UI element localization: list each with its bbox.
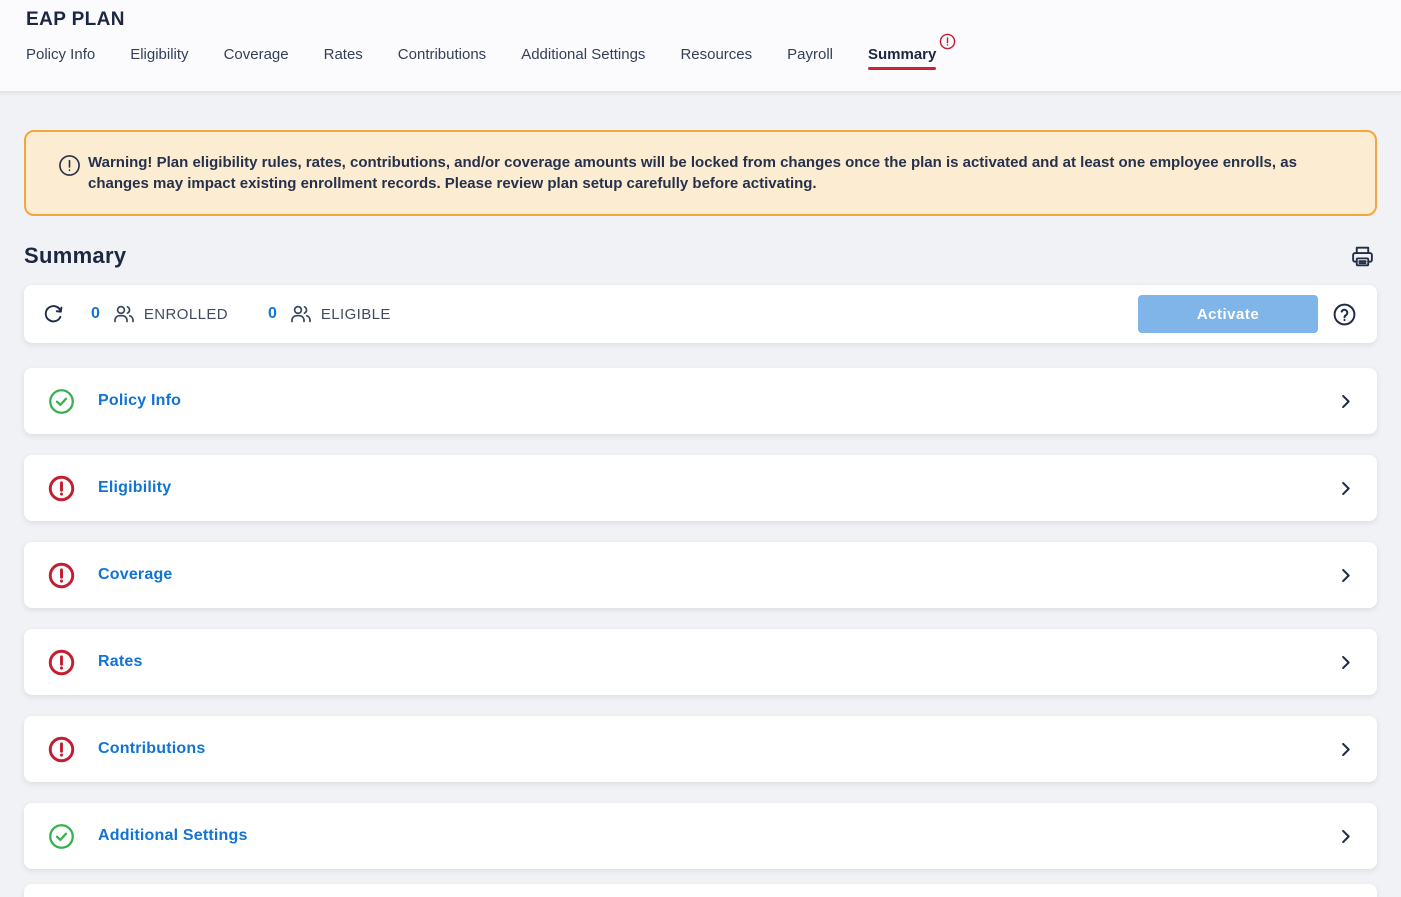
check-circle-icon — [48, 388, 75, 415]
section-card-policy-info[interactable]: Policy Info — [24, 368, 1377, 434]
section-card-rates[interactable]: Rates — [24, 629, 1377, 695]
alert-circle-icon — [48, 562, 75, 589]
print-button[interactable] — [1347, 241, 1377, 271]
tab-contributions[interactable]: Contributions — [398, 46, 486, 77]
refresh-icon[interactable] — [42, 303, 65, 326]
tab-payroll[interactable]: Payroll — [787, 46, 833, 77]
tab-rates[interactable]: Rates — [324, 46, 363, 77]
eligible-stat: 0 ELIGIBLE — [268, 302, 391, 326]
warning-icon — [58, 154, 81, 177]
chevron-right-icon — [1336, 479, 1355, 498]
alert-circle-icon — [48, 736, 75, 763]
tab-eligibility[interactable]: Eligibility — [130, 46, 188, 77]
enrolled-label: ENROLLED — [144, 306, 228, 323]
enrollment-stats-card: 0 ENROLLED 0 ELIGIBL — [24, 285, 1377, 343]
tab-policy-info[interactable]: Policy Info — [26, 46, 95, 77]
section-label: Rates — [98, 653, 143, 671]
section-label: Policy Info — [98, 392, 181, 410]
eligible-label: ELIGIBLE — [321, 306, 391, 323]
plan-header: EAP PLAN Policy Info Eligibility Coverag… — [0, 0, 1401, 92]
summary-heading: Summary — [24, 243, 126, 269]
tab-summary[interactable]: Summary — [868, 46, 936, 77]
warning-text: Warning! Plan eligibility rules, rates, … — [88, 154, 1297, 192]
alert-circle-icon — [48, 649, 75, 676]
section-label: Contributions — [98, 740, 205, 758]
active-tab-underline — [868, 67, 936, 70]
enrolled-stat: 0 ENROLLED — [91, 302, 228, 326]
chevron-right-icon — [1336, 653, 1355, 672]
section-label: Eligibility — [98, 479, 171, 497]
help-button[interactable] — [1331, 301, 1357, 327]
chevron-right-icon — [1336, 392, 1355, 411]
summary-alert-badge-icon — [939, 33, 956, 50]
section-card-eligibility[interactable]: Eligibility — [24, 455, 1377, 521]
alert-circle-icon — [48, 475, 75, 502]
check-circle-icon — [48, 823, 75, 850]
summary-header-row: Summary — [24, 240, 1377, 272]
print-icon — [1350, 244, 1375, 269]
help-icon — [1332, 302, 1357, 327]
chevron-right-icon — [1336, 827, 1355, 846]
activate-button[interactable]: Activate — [1138, 295, 1318, 333]
enrolled-count: 0 — [91, 305, 100, 323]
people-icon — [289, 302, 313, 326]
people-icon — [112, 302, 136, 326]
main-content: Warning! Plan eligibility rules, rates, … — [0, 130, 1401, 897]
section-label: Coverage — [98, 566, 173, 584]
section-card-coverage[interactable]: Coverage — [24, 542, 1377, 608]
tab-bar: Policy Info Eligibility Coverage Rates C… — [26, 46, 1375, 77]
tab-coverage[interactable]: Coverage — [224, 46, 289, 77]
section-card-partial[interactable] — [24, 884, 1377, 897]
chevron-right-icon — [1336, 566, 1355, 585]
warning-banner: Warning! Plan eligibility rules, rates, … — [24, 130, 1377, 216]
tab-resources[interactable]: Resources — [680, 46, 752, 77]
tab-additional-settings[interactable]: Additional Settings — [521, 46, 645, 77]
page-title: EAP PLAN — [26, 0, 1375, 31]
chevron-right-icon — [1336, 740, 1355, 759]
section-card-additional-settings[interactable]: Additional Settings — [24, 803, 1377, 869]
section-card-contributions[interactable]: Contributions — [24, 716, 1377, 782]
eligible-count: 0 — [268, 305, 277, 323]
section-label: Additional Settings — [98, 827, 248, 845]
